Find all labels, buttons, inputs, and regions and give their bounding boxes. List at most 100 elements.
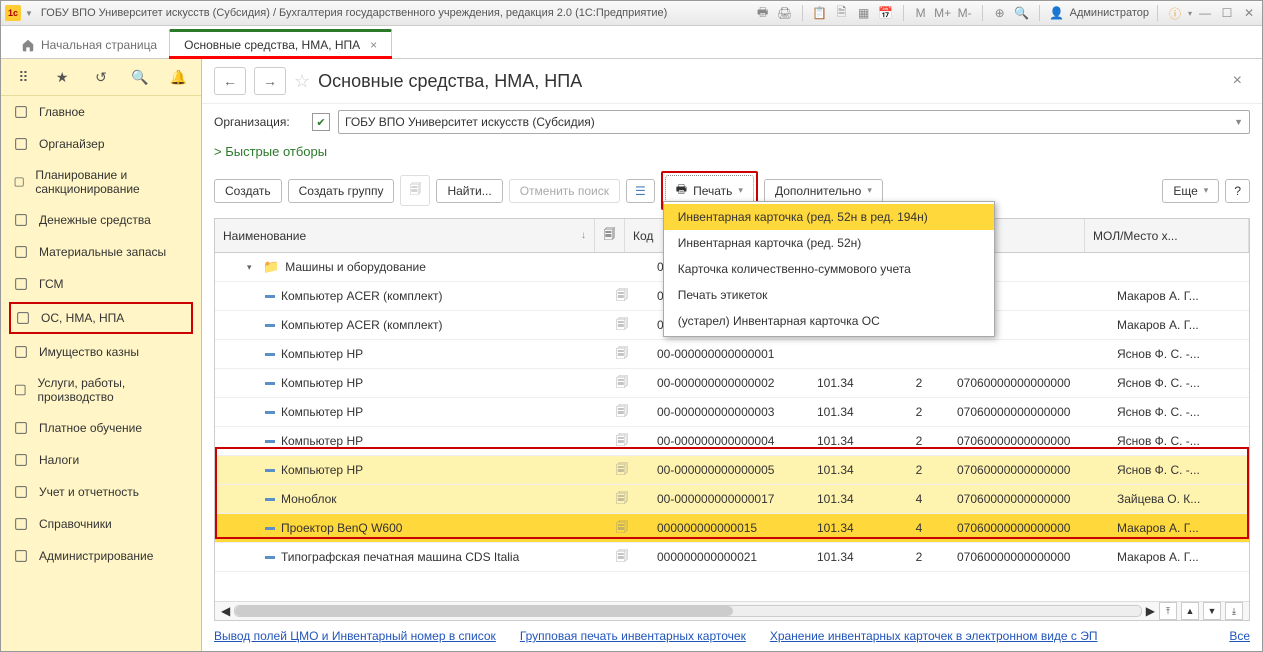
find-button[interactable]: Найти... [436,179,502,203]
print-menu-item-4[interactable]: (устарел) Инвентарная карточка ОС [664,308,994,334]
clipboard-icon[interactable]: 📋 [811,4,829,22]
org-select[interactable]: ГОБУ ВПО Университет искусств (Субсидия)… [338,110,1250,134]
zoom-in-icon[interactable]: ⊕ [991,4,1009,22]
doc-icon[interactable]: 🗎 [833,4,851,22]
print2-icon[interactable]: 🖨 [776,4,794,22]
nav-down-icon[interactable]: ▼ [1203,602,1221,620]
calendar-icon[interactable]: 📅 [877,4,895,22]
m-minus-button[interactable]: M- [956,4,974,22]
row-copy-icon: 🗐 [595,282,649,311]
minimize-icon[interactable]: — [1196,4,1214,22]
col-mol[interactable]: МОЛ/Место х... [1085,219,1249,252]
sidebar-item-3[interactable]: Денежные средства [1,204,201,236]
sidebar-item-1[interactable]: Органайзер [1,128,201,160]
favorite-star-icon[interactable]: ☆ [294,71,310,92]
sidebar-bell-icon[interactable]: 🔔 [160,65,197,89]
row-class [809,350,889,358]
row-class: 101.34 [809,488,889,510]
filters-toggle[interactable]: > Быстрые отборы [202,140,1262,167]
tab-home[interactable]: Начальная страница [9,32,169,58]
nav-back-button[interactable]: ← [214,67,246,95]
item-icon [265,556,275,559]
info-icon[interactable]: ⓘ [1166,4,1184,22]
scroll-thumb[interactable] [235,606,733,616]
nav-first-icon[interactable]: ⤒ [1159,602,1177,620]
sidebar-item-13[interactable]: Администрирование [1,540,201,572]
table-row[interactable]: Моноблок🗐00-000000000000017101.344070600… [215,485,1249,514]
sidebar-item-label: Главное [39,105,85,119]
app-window: 1c ▼ ГОБУ ВПО Университет искусств (Субс… [0,0,1263,652]
nav-forward-button[interactable]: → [254,67,286,95]
sidebar-item-12[interactable]: Справочники [1,508,201,540]
sidebar-star-icon[interactable]: ★ [44,65,81,89]
sidebar-item-10[interactable]: Налоги [1,444,201,476]
printer-icon: 🖶 [676,180,687,201]
info-caret[interactable]: ▾ [1188,9,1192,18]
table-row[interactable]: Проектор BenQ W600🗐000000000000015101.34… [215,514,1249,543]
list-view-button[interactable]: ☰ [626,179,655,203]
nav-last-icon[interactable]: ⤓ [1225,602,1243,620]
tab-close-icon[interactable]: × [370,38,377,52]
table-row[interactable]: Компьютер HP🗐00-000000000000001Яснов Ф. … [215,340,1249,369]
help-button[interactable]: ? [1225,179,1250,203]
m-plus-button[interactable]: M+ [934,4,952,22]
user-icon[interactable]: 👤 [1048,4,1066,22]
sidebar-item-6[interactable]: ОС, НМА, НПА [9,302,193,334]
sidebar-icon [13,104,29,120]
m-button[interactable]: M [912,4,930,22]
col-name[interactable]: Наименование↓ [215,219,595,252]
row-name: Моноблок [281,492,337,506]
org-checkbox[interactable]: ✔ [312,113,330,131]
close-page-icon[interactable]: × [1225,72,1250,90]
zoom-icon[interactable]: 🔍 [1013,4,1031,22]
sidebar-item-7[interactable]: Имущество казны [1,336,201,368]
horizontal-scrollbar[interactable]: ◀ ▶ ⤒ ▲ ▼ ⤓ [215,601,1249,620]
user-name[interactable]: Администратор [1070,7,1149,19]
more-button[interactable]: Еще ▾ [1162,179,1219,203]
sidebar-item-11[interactable]: Учет и отчетность [1,476,201,508]
sidebar-menu-icon[interactable]: ⠿ [5,65,42,89]
table-row[interactable]: Типографская печатная машина CDS Italia🗐… [215,543,1249,572]
print-menu-item-1[interactable]: Инвентарная карточка (ред. 52н) [664,230,994,256]
footer-link-1[interactable]: Вывод полей ЦМО и Инвентарный номер в сп… [214,629,496,643]
col-copy[interactable]: 🗐 [595,219,625,252]
tab-active[interactable]: Основные средства, НМА, НПА × [169,29,392,59]
app-menu-caret[interactable]: ▼ [25,9,33,18]
row-class: 101.34 [809,401,889,423]
scroll-right-icon[interactable]: ▶ [1146,604,1155,618]
window-close-icon[interactable]: ✕ [1240,4,1258,22]
print-icon[interactable]: 🖶 [754,4,772,22]
table-row[interactable]: Компьютер HP🗐00-000000000000003101.34207… [215,398,1249,427]
sidebar-search-icon[interactable]: 🔍 [121,65,158,89]
sidebar-item-9[interactable]: Платное обучение [1,412,201,444]
maximize-icon[interactable]: ☐ [1218,4,1236,22]
print-menu-item-0[interactable]: Инвентарная карточка (ред. 52н в ред. 19… [664,204,994,230]
scroll-track[interactable] [234,605,1142,617]
table-row[interactable]: Компьютер HP🗐00-000000000000002101.34207… [215,369,1249,398]
titlebar: 1c ▼ ГОБУ ВПО Университет искусств (Субс… [1,1,1262,26]
scroll-left-icon[interactable]: ◀ [221,604,230,618]
collapse-icon[interactable]: ▾ [247,262,257,273]
print-menu-item-2[interactable]: Карточка количественно-суммового учета [664,256,994,282]
sidebar-item-8[interactable]: Услуги, работы, производство [1,368,201,412]
grid-icon[interactable]: ▦ [855,4,873,22]
create-group-button[interactable]: Создать группу [288,179,395,203]
table-row[interactable]: Компьютер HP🗐00-000000000000004101.34207… [215,427,1249,456]
page-title: Основные средства, НМА, НПА [318,71,582,92]
nav-up-icon[interactable]: ▲ [1181,602,1199,620]
table-row[interactable]: Компьютер HP🗐00-000000000000005101.34207… [215,456,1249,485]
sidebar-item-5[interactable]: ГСМ [1,268,201,300]
row-name: Компьютер ACER (комплект) [281,318,442,332]
footer-link-2[interactable]: Групповая печать инвентарных карточек [520,629,746,643]
sidebar-history-icon[interactable]: ↺ [83,65,120,89]
sidebar-item-0[interactable]: Главное [1,96,201,128]
more-actions-button[interactable]: Дополнительно ▾ [764,179,883,203]
sidebar-item-4[interactable]: Материальные запасы [1,236,201,268]
create-button[interactable]: Создать [214,179,282,203]
footer-link-all[interactable]: Все [1229,629,1250,643]
sidebar-item-2[interactable]: Планирование и санкционирование [1,160,201,204]
footer-link-3[interactable]: Хранение инвентарных карточек в электрон… [770,629,1098,643]
item-icon [265,469,275,472]
print-menu-item-3[interactable]: Печать этикеток [664,282,994,308]
sidebar-item-label: Органайзер [39,137,105,151]
